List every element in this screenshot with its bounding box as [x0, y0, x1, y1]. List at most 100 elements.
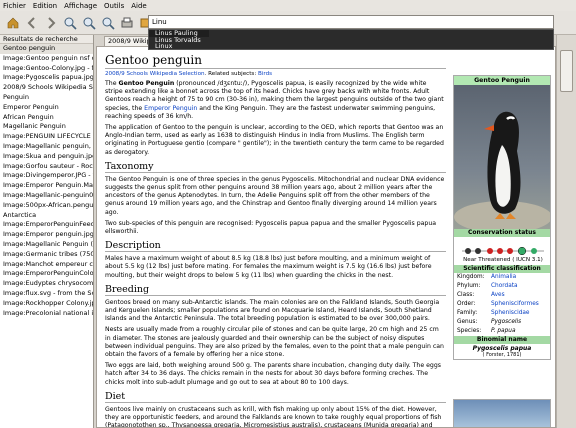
zoom-reset-icon[interactable] [99, 14, 116, 31]
binomial-text: Pygoscelis papua [472, 345, 532, 352]
text: The [105, 80, 119, 87]
scrollbar-thumb[interactable] [560, 50, 573, 92]
search-result-item[interactable]: Image:Divingemperor.JPG - fr [0, 171, 93, 181]
status-label: Near Threatened ( IUCN 3.1) [456, 257, 550, 263]
search-result-item[interactable]: Emperor Penguin [0, 103, 93, 113]
paragraph: The application of Gentoo to the penguin… [105, 124, 444, 156]
classification-value[interactable]: Spheniscidae [491, 309, 530, 318]
search-result-item[interactable]: African Penguin [0, 113, 93, 123]
section-heading: Description [105, 240, 446, 253]
back-icon[interactable] [23, 14, 40, 31]
page-title: Gentoo penguin [105, 53, 446, 69]
classification-rank: Genus: [457, 319, 478, 325]
paragraph: Gentoos breed on many sub-Antarctic isla… [105, 298, 440, 323]
zoom-out-icon[interactable] [80, 14, 97, 31]
print-icon[interactable] [118, 14, 135, 31]
search-input[interactable]: Linu [148, 15, 554, 29]
search-results-sidebar: Resultats de recherche Gentoo penguin Ima… [0, 35, 94, 428]
section-heading: Breeding [105, 284, 446, 296]
search-result-item[interactable]: Image:Precolonial national in [0, 309, 93, 319]
classification-value[interactable]: P. papua [491, 327, 516, 336]
selection-link[interactable]: 2008/9 Schools Wikipedia Selection [105, 71, 205, 77]
infobox: Gentoo Penguin Conservation status Near … [453, 75, 551, 360]
search-result-item[interactable]: Image:Gentoo-Colony.jpg - fr [0, 64, 93, 74]
classification-rank: Class: [457, 292, 475, 298]
subtitle-text: . Related subjects: [204, 71, 258, 77]
classification-row: Species: P. papua [454, 327, 550, 336]
scrollbar[interactable] [556, 35, 576, 428]
search-result-item[interactable]: Image:Magellanic Penguin (S [0, 240, 93, 250]
search-result-item[interactable]: Antarctica [0, 211, 93, 221]
search-result-item[interactable]: Image:PENGUIN LIFECYCLE H [0, 132, 93, 142]
classification-table: Kingdom: Animalia Phylum: Chordata Class: Ave… [454, 273, 550, 336]
classification-rank: Species: [457, 328, 482, 334]
search-result-item[interactable]: Image:Eudyptes chrysocome [0, 279, 93, 289]
classification-rank: Family: [457, 310, 478, 316]
search-result-item[interactable]: Image:Skua and penguin.jpg [0, 152, 93, 162]
menu-file[interactable]: Fichier [3, 2, 26, 10]
search-results-list: Gentoo penguin Image:Gentoo penguin nsf c… [0, 44, 93, 318]
home-icon[interactable] [4, 14, 21, 31]
classification-value[interactable]: Animalia [491, 273, 516, 282]
search-result-item[interactable]: Image:500px-African.penguin [0, 201, 93, 211]
search-result-item[interactable]: Image:Emperor penguin.jpg - [0, 230, 93, 240]
search-result-item[interactable]: Image:Pygoscelis papua.jpg - [0, 73, 93, 83]
classification-value[interactable]: Sphenisciformes [491, 300, 539, 309]
infobox-title: Gentoo Penguin [454, 76, 550, 85]
paragraph: Gentoos live mainly on crustaceans such … [105, 405, 442, 428]
binomial-heading: Binomial name [454, 336, 550, 344]
classification-value[interactable]: Pygoscelis [491, 318, 521, 327]
section-heading: Diet [105, 391, 446, 403]
suggestion-item[interactable]: Linux [149, 43, 553, 50]
menu-help[interactable]: Aide [131, 2, 146, 10]
search-result-item[interactable]: Image:Rockhopper Colony.jpg [0, 299, 93, 309]
conservation-heading: Conservation status [454, 229, 550, 237]
classification-value[interactable]: Aves [491, 291, 505, 300]
classification-row: Family: Spheniscidae [454, 309, 550, 318]
search-result-item[interactable]: Image:Gentoo penguin nsf cr [0, 54, 93, 64]
search-result-item[interactable]: Image:EmperorPenguinFeedi [0, 220, 93, 230]
search-result-item[interactable]: Image:EmperorPenguinColon [0, 269, 93, 279]
menu-tools[interactable]: Outils [104, 2, 124, 10]
binomial-name: Pygoscelis papua( Forster, 1781) [454, 344, 550, 359]
search-result-item[interactable]: Image:Magellanic penguin, V [0, 142, 93, 152]
article-body: Gentoo penguin 2008/9 Schools Wikipedia … [105, 53, 446, 428]
paragraph: Two eggs are laid, both weighing around … [105, 362, 442, 386]
paragraph: Males have a maximum weight of about 8.5… [105, 255, 432, 279]
subject-link[interactable]: Birds [258, 71, 272, 77]
menu-view[interactable]: Affichage [64, 2, 97, 10]
search-result-item[interactable]: Magellanic Penguin [0, 122, 93, 132]
menu-bar: Fichier Edition Affichage Outils Aide [0, 0, 576, 11]
paragraph: Two sub-species of this penguin are reco… [105, 219, 437, 236]
search-result-item[interactable]: Image:flux.svg - from the Sch [0, 289, 93, 299]
search-result-item[interactable]: Image:Germanic tribes (750B [0, 250, 93, 260]
status-source: ( IUCN 3.1) [512, 257, 543, 263]
menu-edit[interactable]: Edition [33, 2, 57, 10]
forward-icon[interactable] [42, 14, 59, 31]
colony-photo [453, 399, 551, 427]
paragraph: Nests are usually made from a roughly ci… [105, 326, 444, 359]
search-result-item[interactable]: Gentoo penguin [0, 44, 93, 54]
classification-value[interactable]: Chordata [491, 282, 518, 291]
search-result-item[interactable]: Image:Gorfou sauteur - Rock [0, 162, 93, 172]
classification-row: Order: Sphenisciformes [454, 300, 550, 309]
classification-rank: Phylum: [457, 283, 481, 289]
emperor-link[interactable]: Emperor Penguin [144, 105, 197, 112]
status-text: Near Threatened [463, 257, 511, 263]
section-heading: Taxonomy [105, 161, 446, 173]
search-result-item[interactable]: 2008/9 Schools Wikipedia Sel [0, 83, 93, 93]
penguin-photo [454, 85, 550, 229]
article-subtitle: 2008/9 Schools Wikipedia Selection. Rela… [105, 71, 446, 77]
search-result-item[interactable]: Image:Magellanic-penguin02 [0, 191, 93, 201]
search-result-item[interactable]: Penguin [0, 93, 93, 103]
paragraph: The Gentoo Penguin is one of three speci… [105, 175, 445, 216]
classification-row: Kingdom: Animalia [454, 273, 550, 282]
binomial-author: ( Forster, 1781) [482, 352, 522, 358]
search-suggestions: Linus Pauling Linus Torvalds Linux [148, 29, 554, 50]
zoom-in-icon[interactable] [61, 14, 78, 31]
classification-heading: Scientific classification [454, 265, 550, 273]
paragraph: The Gentoo Penguin (pronounced /dʒɛntuː/… [105, 80, 446, 121]
search-result-item[interactable]: Image:Manchot empereur car [0, 260, 93, 270]
search-result-item[interactable]: Image:Emperor Penguin.Man [0, 181, 93, 191]
classification-row: Class: Aves [454, 291, 550, 300]
